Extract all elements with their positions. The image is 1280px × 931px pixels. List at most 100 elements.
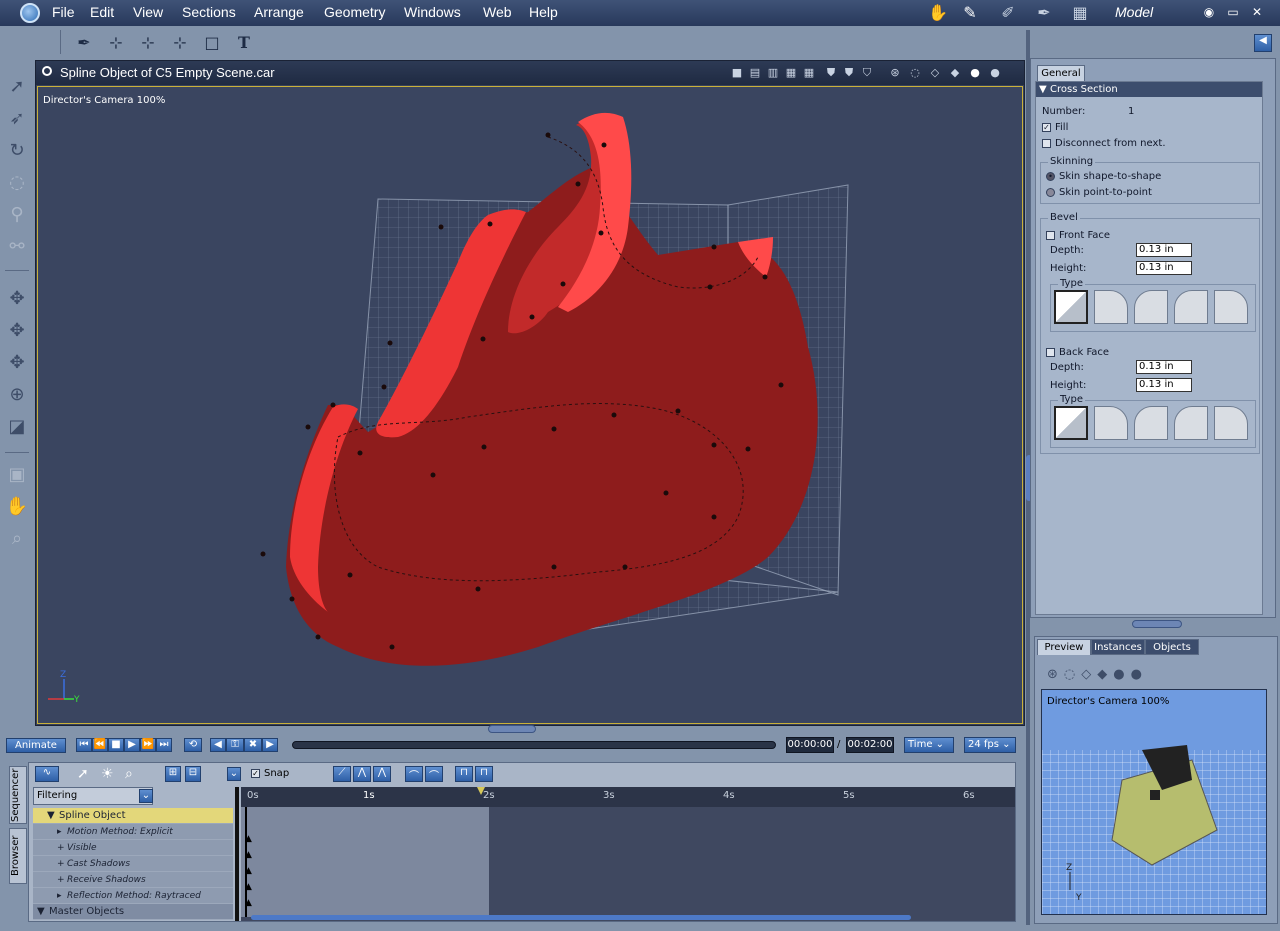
smooth-shaded-icon[interactable]: ● [968,66,982,80]
minimize-button[interactable]: ▭ [1226,5,1240,19]
play-icon[interactable]: ▶ [124,738,140,752]
tree-item-master-objects[interactable]: ▼ Master Objects [33,904,233,920]
move-xz-icon[interactable]: ✥ [4,318,30,344]
timeline-area[interactable]: 0s 1s 2s 3s 4s 5s 6s ▲ ▲ ▲ ▲ ▲ [241,787,1015,921]
curve-editor-icon[interactable]: ∿ [35,766,59,782]
camera-icon[interactable]: ▣ [4,462,30,488]
layout-grid-icon[interactable]: ▦ [802,66,816,80]
collapsed-arrow-icon[interactable]: ▸ [57,888,62,904]
loop-icon[interactable]: ⟲ [184,738,202,752]
preview-viewport[interactable]: Z Y Director's Camera 100% [1041,689,1267,915]
menu-arrange[interactable]: Arrange [254,4,304,20]
tab-instances[interactable]: Instances [1091,639,1145,655]
menu-view[interactable]: View [133,4,163,20]
tab-sequencer[interactable]: Sequencer [9,766,27,824]
bevel-ogee-icon[interactable] [1214,290,1248,324]
selection-arrow-icon[interactable]: ➚ [4,74,30,100]
photoreal-icon[interactable]: ● [988,66,1002,80]
pen-tool-icon[interactable]: ✒ [72,32,96,54]
flat-shaded-icon[interactable]: ◆ [948,66,962,80]
front-depth-input[interactable]: 0.13 in [1136,243,1192,257]
layout-single-icon[interactable]: ■ [730,66,744,80]
bevel-step-icon[interactable] [1174,406,1208,440]
fps-select[interactable]: 24 fps ⌄ [964,737,1016,753]
tree-item-receive-shadows[interactable]: + Receive Shadows [33,872,233,888]
shield-icon-3[interactable]: ⛉ [860,66,874,80]
menu-sections[interactable]: Sections [182,4,236,20]
interp-hold-icon[interactable]: ⋀ [353,766,371,782]
bend-icon[interactable]: ⚲ [4,202,30,228]
fill-checkbox[interactable]: ✓ Fill [1042,122,1068,133]
remove-point-icon[interactable]: ⊹ [168,32,192,54]
hand-icon[interactable]: ✋ [4,494,30,520]
stop-icon[interactable]: ■ [108,738,124,752]
room-paint-icon[interactable]: ✐ [994,3,1022,23]
next-key-icon[interactable]: ▶ [262,738,278,752]
layout-three-icon[interactable]: ▥ [766,66,780,80]
window-close-icon[interactable] [42,66,52,76]
eye-icon[interactable]: ◉ [1202,5,1216,19]
bevel-round-icon[interactable] [1094,290,1128,324]
tween-icon[interactable]: ⊓ [455,766,473,782]
fit-icon[interactable]: ⊞ [165,766,181,782]
prev-key-icon[interactable]: ◀ [210,738,226,752]
tab-general[interactable]: General [1037,65,1085,81]
rectangle-tool-icon[interactable]: □ [200,32,224,54]
tree-item-motion[interactable]: ▸ Motion Method: Explicit [33,824,233,840]
current-time-field[interactable]: 00:00:00 [786,737,834,753]
menu-file[interactable]: File [52,4,75,20]
text-tool-icon[interactable]: T [232,32,256,54]
filtering-select[interactable]: Filtering [33,787,153,805]
current-time-line[interactable] [245,807,247,917]
move-xy-icon[interactable]: ✥ [4,286,30,312]
rotate-icon[interactable]: ↻ [4,138,30,164]
skin-point-radio[interactable]: Skin point-to-point [1046,187,1152,198]
time-mode-select[interactable]: Time ⌄ [904,737,954,753]
scene-canvas[interactable]: Z Y [38,87,1022,723]
bevel-cove-icon[interactable] [1134,406,1168,440]
back-height-input[interactable]: 0.13 in [1136,378,1192,392]
tab-objects[interactable]: Objects [1145,639,1199,655]
layout-four-icon[interactable]: ▦ [784,66,798,80]
tree-item-reflection[interactable]: ▸ Reflection Method: Raytraced [33,888,233,904]
shield-icon[interactable]: ⛊ [824,66,838,80]
animate-button[interactable]: Animate [6,738,66,753]
bevel-cove-icon[interactable] [1134,290,1168,324]
dropdown-arrow-icon[interactable]: ⌄ [227,767,241,781]
tree-item-cast-shadows[interactable]: + Cast Shadows [33,856,233,872]
front-face-checkbox[interactable]: Front Face [1046,230,1110,241]
go-end-icon[interactable]: ⏭ [156,738,172,752]
menu-web[interactable]: Web [483,4,512,20]
menu-help[interactable]: Help [529,4,558,20]
delete-key-icon[interactable]: ✖ [244,738,262,752]
go-start-icon[interactable]: ⏮ [76,738,92,752]
skin-shape-radio[interactable]: • Skin shape-to-shape [1046,171,1161,182]
app-logo-icon[interactable] [20,3,40,23]
bevel-flat-icon[interactable] [1054,290,1088,324]
layout-two-icon[interactable]: ▤ [748,66,762,80]
move-yz-icon[interactable]: ✥ [4,350,30,376]
move-all-icon[interactable]: ⊕ [4,382,30,408]
3d-viewport[interactable]: Director's Camera 100% Z Y [37,86,1023,724]
light-icon[interactable]: ☀ [101,766,114,782]
tree-divider[interactable] [235,787,239,921]
tab-preview[interactable]: Preview [1037,639,1091,655]
expand-arrow-icon[interactable]: ▼ [47,808,55,824]
rewind-icon[interactable]: ⏪ [92,738,108,752]
panel-toggle-icon[interactable]: ◀ [1254,34,1272,52]
interp-linear-icon[interactable]: ⟋ [333,766,351,782]
shield-icon-2[interactable]: ⛊ [842,66,856,80]
snap-toggle[interactable]: ✓ Snap [251,768,289,779]
end-time-field[interactable]: 00:02:00 [846,737,894,753]
menu-edit[interactable]: Edit [90,4,114,20]
ease-in-icon[interactable]: ⌒ [405,766,423,782]
viewport-resize-handle[interactable] [488,725,536,733]
tree-item-visible[interactable]: + Visible [33,840,233,856]
time-slider[interactable] [292,741,776,749]
zoom-icon[interactable]: ⌕ [125,766,133,782]
tab-browser[interactable]: Browser [9,828,27,884]
scale-icon[interactable]: ◪ [4,414,30,440]
fast-forward-icon[interactable]: ⏩ [140,738,156,752]
cross-section-header[interactable]: ▼ Cross Section [1036,82,1262,97]
filtering-arrow-icon[interactable]: ⌄ [139,789,153,803]
